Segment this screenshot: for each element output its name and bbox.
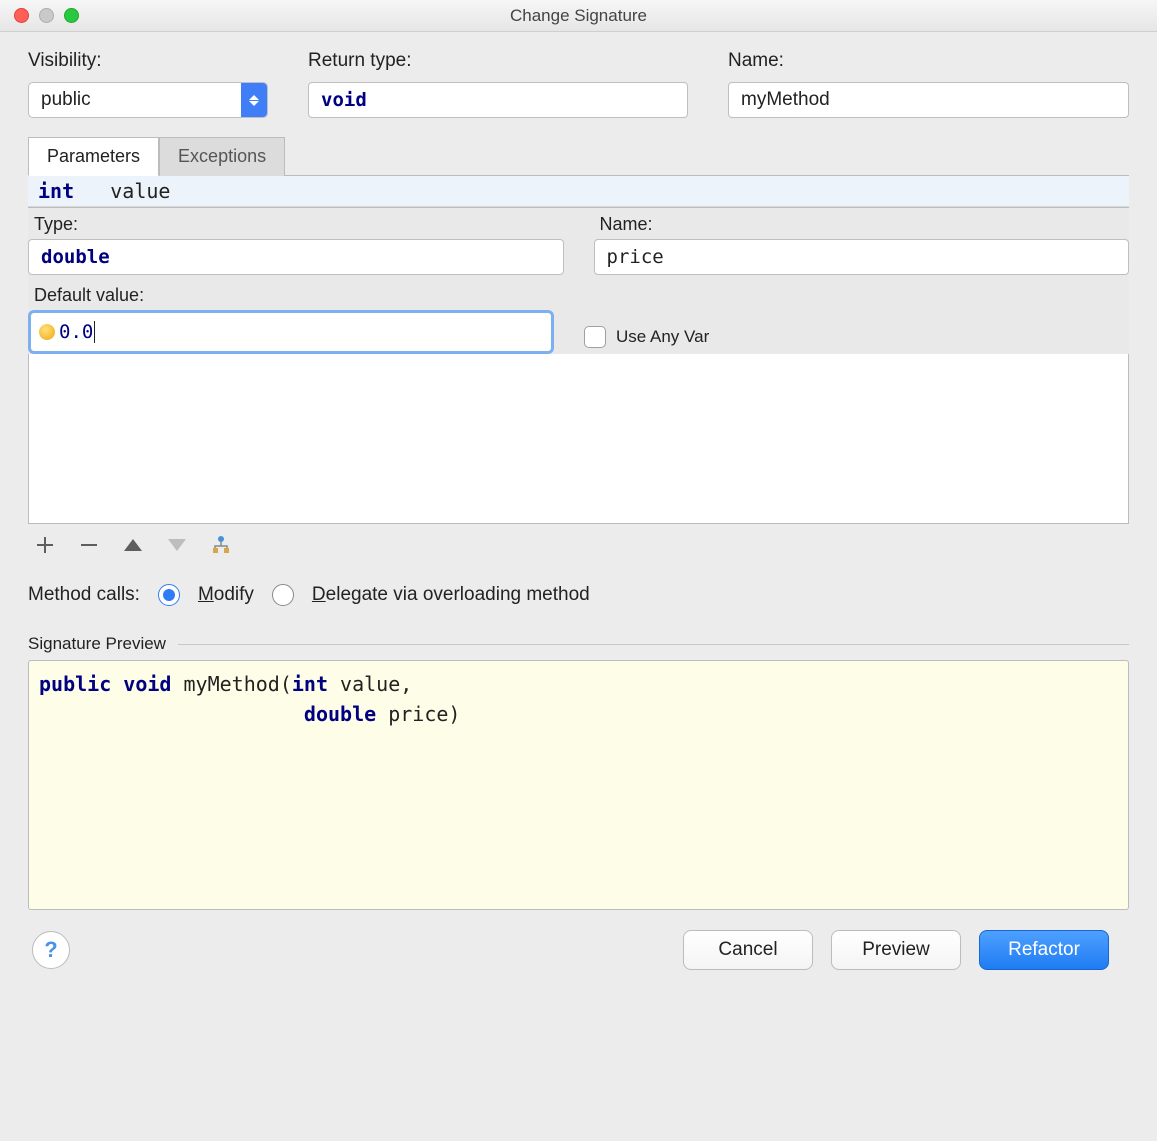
add-icon[interactable] — [34, 534, 56, 556]
return-type-label: Return type: — [308, 50, 688, 72]
divider — [178, 644, 1129, 645]
tab-parameters[interactable]: Parameters — [28, 137, 159, 176]
window-controls — [14, 8, 79, 23]
method-name-value: myMethod — [741, 89, 830, 111]
help-button[interactable]: ? — [32, 931, 70, 969]
param-type-input[interactable]: double — [28, 239, 564, 275]
signature-preview: public void myMethod(int value, double p… — [28, 660, 1129, 910]
parameter-edit-spacer — [28, 354, 1129, 524]
refactor-button[interactable]: Refactor — [979, 930, 1109, 970]
chevron-up-down-icon — [241, 83, 267, 117]
return-type-input[interactable]: void — [308, 82, 688, 118]
param-type-label: Type: — [28, 214, 564, 239]
tab-exceptions[interactable]: Exceptions — [159, 137, 285, 176]
parameter-row[interactable]: int value — [28, 176, 1129, 207]
return-type-value: void — [321, 89, 367, 111]
visibility-value: public — [29, 89, 241, 111]
use-any-var-checkbox[interactable] — [584, 326, 606, 348]
visibility-label: Visibility: — [28, 50, 268, 72]
param-name-value: price — [607, 246, 664, 268]
zoom-icon[interactable] — [64, 8, 79, 23]
radio-delegate-label: Delegate via overloading method — [312, 584, 590, 606]
window-title: Change Signature — [0, 6, 1157, 26]
default-value-input[interactable]: 0.0 — [28, 310, 554, 354]
cancel-button[interactable]: Cancel — [683, 930, 813, 970]
minimize-icon[interactable] — [39, 8, 54, 23]
radio-modify[interactable] — [158, 584, 180, 606]
tabs: Parameters Exceptions — [28, 136, 1129, 175]
param-type-value: double — [41, 246, 110, 268]
default-value-text: 0.0 — [59, 321, 93, 343]
param-name-input[interactable]: price — [594, 239, 1130, 275]
propagate-icon[interactable] — [210, 534, 232, 556]
remove-icon[interactable] — [78, 534, 100, 556]
param-name: value — [110, 179, 170, 203]
visibility-select[interactable]: public — [28, 82, 268, 118]
close-icon[interactable] — [14, 8, 29, 23]
default-value-label: Default value: — [28, 285, 554, 310]
text-caret — [94, 321, 95, 343]
preview-button[interactable]: Preview — [831, 930, 961, 970]
method-calls-label: Method calls: — [28, 584, 140, 606]
radio-delegate[interactable] — [272, 584, 294, 606]
param-type: int — [38, 179, 74, 203]
parameter-toolbar — [28, 524, 1129, 566]
signature-preview-label: Signature Preview — [28, 634, 166, 654]
move-down-icon — [166, 534, 188, 556]
lightbulb-icon[interactable] — [39, 324, 55, 340]
parameter-list[interactable]: int value — [28, 175, 1129, 208]
titlebar: Change Signature — [0, 0, 1157, 32]
use-any-var-label: Use Any Var — [616, 327, 709, 347]
move-up-icon[interactable] — [122, 534, 144, 556]
radio-modify-label: Modify — [198, 584, 254, 606]
method-name-input[interactable]: myMethod — [728, 82, 1129, 118]
param-name-label: Name: — [594, 214, 1130, 239]
method-name-label: Name: — [728, 50, 1129, 72]
